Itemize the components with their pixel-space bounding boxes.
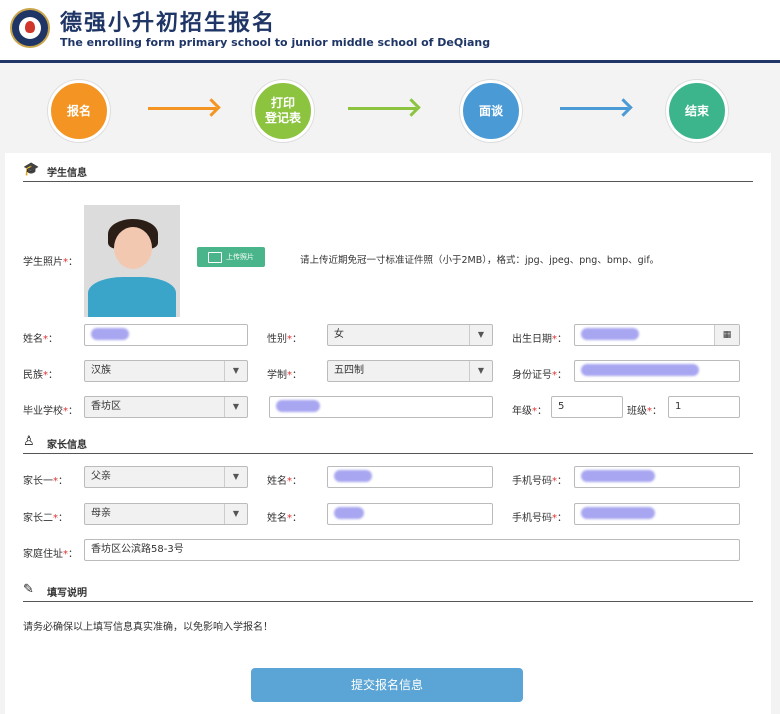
student-section-header: 🎓 学生信息 bbox=[23, 161, 753, 182]
parent2-label: 家长二*： bbox=[23, 513, 68, 524]
class-input[interactable]: 1 bbox=[668, 396, 740, 418]
parent2-phone-label: 手机号码*： bbox=[512, 513, 567, 524]
grade-label: 年级*： bbox=[512, 406, 547, 417]
school-name-input[interactable] bbox=[269, 396, 493, 418]
header: 德强小升初招生报名 The enrolling form primary sch… bbox=[0, 0, 780, 63]
arrow-right-icon bbox=[560, 107, 628, 110]
school-logo-icon bbox=[10, 8, 50, 48]
class-label: 班级*： bbox=[627, 406, 662, 417]
parent2-relation-select[interactable]: 母亲 ▼ bbox=[84, 503, 248, 525]
parent1-relation-select[interactable]: 父亲 ▼ bbox=[84, 466, 248, 488]
step-finish: 结束 bbox=[666, 80, 728, 142]
gender-select[interactable]: 女 ▼ bbox=[327, 324, 493, 346]
parent1-name-input[interactable] bbox=[327, 466, 493, 488]
graduate-school-label: 毕业学校*： bbox=[23, 406, 78, 417]
parent-section-header: ♙ 家长信息 bbox=[23, 433, 753, 454]
id-number-label: 身份证号*： bbox=[512, 370, 567, 381]
parent2-name-label: 姓名*： bbox=[267, 513, 302, 524]
chevron-down-icon: ▼ bbox=[469, 361, 492, 381]
school-district-select[interactable]: 香坊区 ▼ bbox=[84, 396, 248, 418]
progress-steps: 报名 打印 登记表 面谈 结束 bbox=[0, 63, 780, 153]
ethnicity-label: 民族*： bbox=[23, 370, 58, 381]
arrow-right-icon bbox=[148, 107, 216, 110]
image-icon bbox=[208, 251, 222, 263]
birth-date-label: 出生日期*： bbox=[512, 334, 567, 345]
birth-date-input[interactable]: ▦ bbox=[574, 324, 740, 346]
chevron-down-icon: ▼ bbox=[224, 467, 247, 487]
parent2-name-input[interactable] bbox=[327, 503, 493, 525]
enrollment-form: 🎓 学生信息 学生照片*： 上传照片 请上传近期免冠一寸标准证件照（小于2MB）… bbox=[5, 153, 771, 714]
chevron-down-icon: ▼ bbox=[224, 504, 247, 524]
page-title: 德强小升初招生报名 bbox=[60, 11, 277, 36]
chevron-down-icon: ▼ bbox=[224, 361, 247, 381]
parent1-phone-input[interactable] bbox=[574, 466, 740, 488]
chevron-down-icon: ▼ bbox=[469, 325, 492, 345]
step-register: 报名 bbox=[48, 80, 110, 142]
graduation-cap-icon: 🎓 bbox=[23, 162, 40, 177]
parent1-phone-label: 手机号码*： bbox=[512, 476, 567, 487]
notes-text: 请务必确保以上填写信息真实准确，以免影响入学报名！ bbox=[23, 622, 273, 633]
gender-label: 性别*： bbox=[267, 334, 302, 345]
name-label: 姓名*： bbox=[23, 334, 58, 345]
chevron-down-icon: ▼ bbox=[224, 397, 247, 417]
parent2-phone-input[interactable] bbox=[574, 503, 740, 525]
upload-photo-button[interactable]: 上传照片 bbox=[197, 247, 265, 267]
step-print-form: 打印 登记表 bbox=[252, 80, 314, 142]
student-photo bbox=[84, 205, 180, 317]
step-interview: 面谈 bbox=[460, 80, 522, 142]
page-subtitle: The enrolling form primary school to jun… bbox=[60, 36, 491, 49]
school-system-label: 学制*： bbox=[267, 370, 302, 381]
id-number-input[interactable] bbox=[574, 360, 740, 382]
student-name-input[interactable] bbox=[84, 324, 248, 346]
parent1-label: 家长一*： bbox=[23, 476, 68, 487]
photo-label: 学生照片*： bbox=[23, 257, 78, 268]
school-system-select[interactable]: 五四制 ▼ bbox=[327, 360, 493, 382]
pencil-icon: ✎ bbox=[23, 582, 34, 597]
grade-input[interactable]: 5 bbox=[551, 396, 623, 418]
submit-button[interactable]: 提交报名信息 bbox=[251, 668, 523, 702]
address-label: 家庭住址*： bbox=[23, 549, 78, 560]
calendar-icon[interactable]: ▦ bbox=[714, 325, 739, 345]
ethnicity-select[interactable]: 汉族 ▼ bbox=[84, 360, 248, 382]
parent1-name-label: 姓名*： bbox=[267, 476, 302, 487]
address-input[interactable]: 香坊区公滨路58-3号 bbox=[84, 539, 740, 561]
user-icon: ♙ bbox=[23, 434, 35, 449]
arrow-right-icon bbox=[348, 107, 416, 110]
photo-hint: 请上传近期免冠一寸标准证件照（小于2MB），格式：jpg、jpeg、png、bm… bbox=[300, 255, 660, 266]
notes-section-header: ✎ 填写说明 bbox=[23, 581, 753, 602]
